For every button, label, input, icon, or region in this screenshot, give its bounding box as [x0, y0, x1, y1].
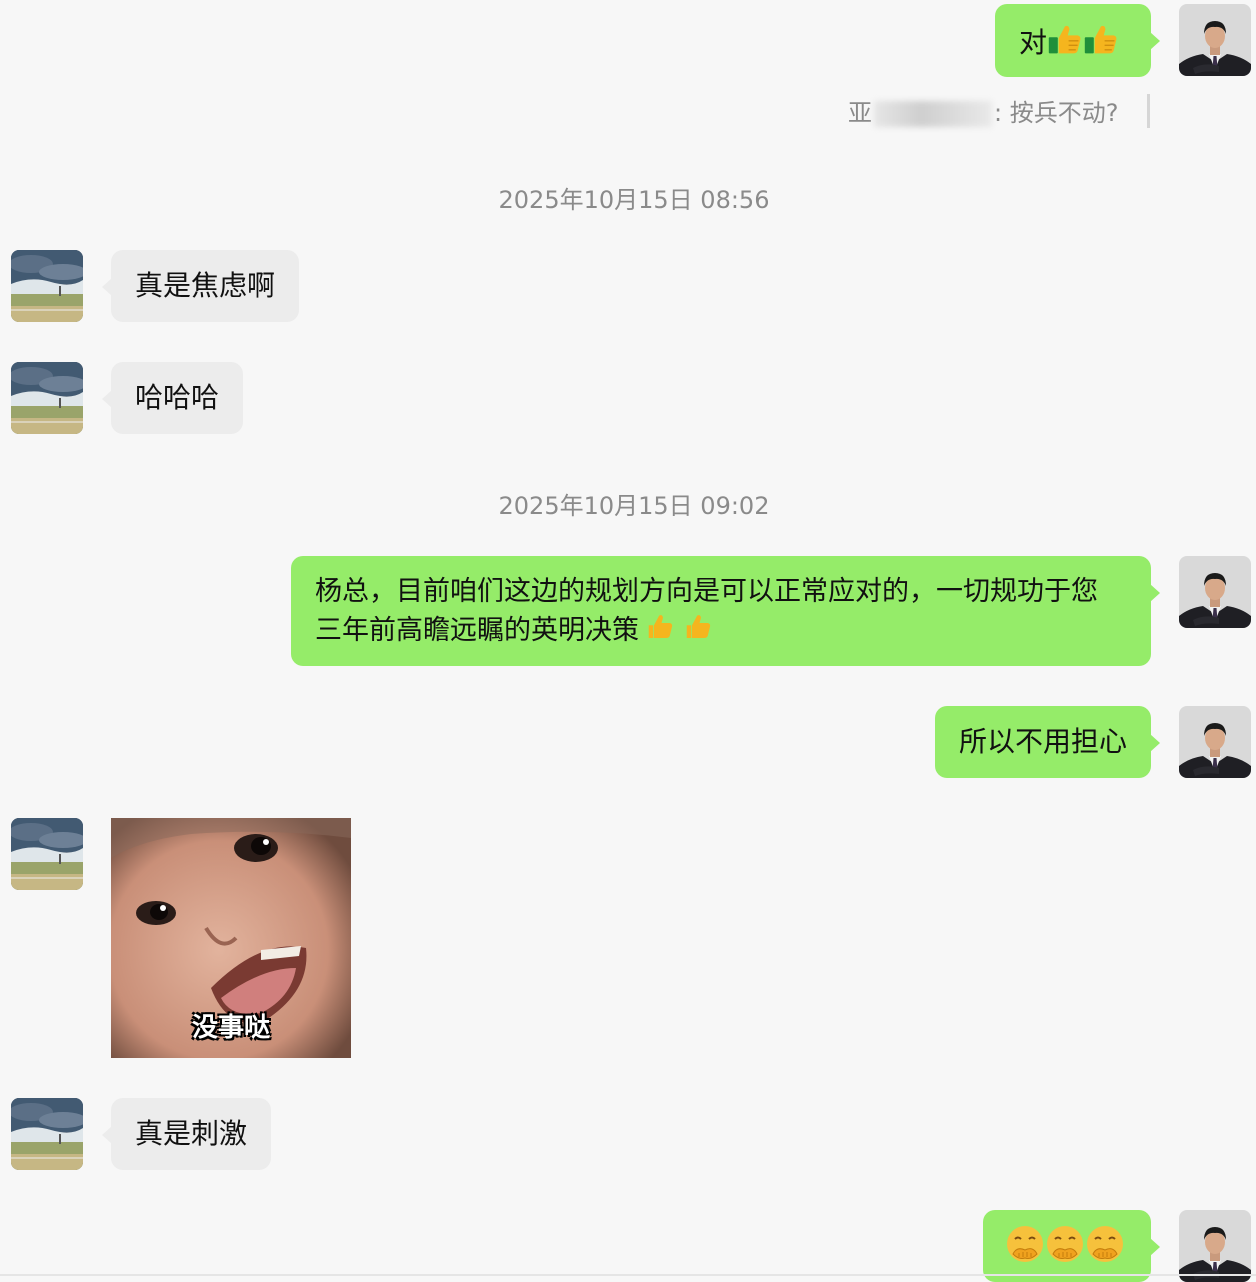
- message-bubble-outgoing[interactable]: 对: [995, 4, 1160, 77]
- avatar-contact[interactable]: [11, 362, 83, 434]
- thumbs-up-icon: [645, 611, 675, 652]
- quote-text: : 按兵不动?: [994, 99, 1119, 127]
- message-text-line-2: 三年前高瞻远瞩的英明决策: [315, 611, 1151, 652]
- sticker-image[interactable]: 没事哒: [111, 818, 351, 1058]
- message-text: 真是焦虑啊: [135, 269, 276, 302]
- message-bubble-outgoing[interactable]: [983, 1210, 1160, 1282]
- message-text: 真是刺激: [135, 1117, 248, 1150]
- message-bubble-outgoing[interactable]: 所以不用担心: [935, 706, 1160, 778]
- hand-over-mouth-icon: [1085, 1224, 1125, 1274]
- message-bubble-incoming[interactable]: 真是刺激: [102, 1098, 271, 1170]
- avatar-self[interactable]: [1179, 556, 1251, 628]
- message-text: 所以不用担心: [959, 725, 1128, 758]
- sticker-caption: 没事哒: [191, 1013, 270, 1043]
- thumbs-up-icon: [1047, 21, 1083, 67]
- hand-over-mouth-icon: [1005, 1224, 1045, 1274]
- message-bubble-incoming[interactable]: 真是焦虑啊: [102, 250, 299, 322]
- quote-divider: [1147, 94, 1150, 128]
- quoted-message[interactable]: 亚 : 按兵不动?: [848, 96, 1118, 130]
- avatar-self[interactable]: [1179, 4, 1251, 76]
- thumbs-up-icon: [1083, 21, 1119, 67]
- avatar-contact[interactable]: [11, 1098, 83, 1170]
- hand-over-mouth-icon: [1045, 1224, 1085, 1274]
- avatar-contact[interactable]: [11, 818, 83, 890]
- message-bubble-incoming[interactable]: 哈哈哈: [102, 362, 243, 434]
- message-text-line: 杨总，目前咱们这边的规划方向是可以正常应对的，一切规功于您: [315, 576, 1098, 607]
- quote-sender-prefix: 亚: [848, 99, 872, 127]
- timestamp: 2025年10月15日 09:02: [498, 492, 770, 520]
- avatar-self[interactable]: [1179, 706, 1251, 778]
- avatar-contact[interactable]: [11, 250, 83, 322]
- message-text: 哈哈哈: [135, 381, 220, 414]
- message-text: 对: [1019, 26, 1048, 59]
- message-text: 三年前高瞻远瞩的英明决策: [315, 615, 639, 646]
- avatar-self[interactable]: [1179, 1210, 1251, 1282]
- timestamp: 2025年10月15日 08:56: [498, 186, 770, 214]
- redacted-name: [874, 101, 992, 127]
- thumbs-up-icon: [683, 611, 713, 652]
- message-bubble-outgoing[interactable]: 杨总，目前咱们这边的规划方向是可以正常应对的，一切规功于您 三年前高瞻远瞩的英明…: [291, 556, 1160, 666]
